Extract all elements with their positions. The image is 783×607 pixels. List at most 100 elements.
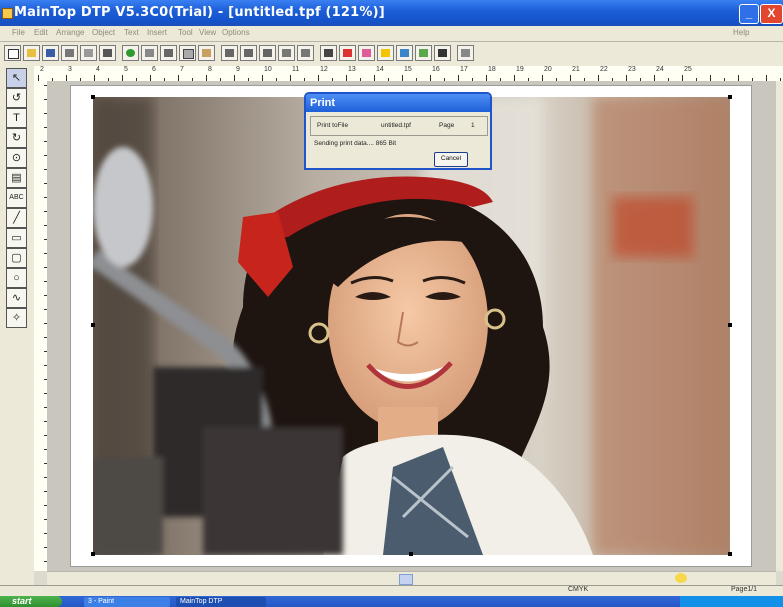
open-icon[interactable] [23,45,40,61]
ruler-label: 3 [68,66,72,73]
ungroup-icon[interactable] [297,45,314,61]
text-tool-icon[interactable]: T [6,108,27,128]
color-mode: CMYK [568,586,589,593]
chart-icon[interactable] [415,45,432,61]
options-icon[interactable] [457,45,474,61]
redo-icon[interactable] [141,45,158,61]
scan-icon[interactable] [99,45,116,61]
menu-bar: File Edit Arrange Object Text Insert Too… [0,26,783,42]
picture-icon[interactable] [396,45,413,61]
ruler-label: 19 [516,66,524,73]
selection-handle[interactable] [728,323,732,327]
menu-object[interactable]: Object [92,28,115,37]
ruler-label: 8 [208,66,212,73]
close-button[interactable]: X [760,4,783,24]
new-icon[interactable] [4,45,21,61]
ruler-label: 25 [684,66,692,73]
group-icon[interactable] [278,45,295,61]
ruler-label: 6 [152,66,156,73]
align-center-icon[interactable] [240,45,257,61]
print-status: Sending print data.... 865 Bit [314,140,397,147]
barcode-icon[interactable] [434,45,451,61]
main-toolbar [0,42,783,66]
ruler-label: 18 [488,66,496,73]
copy-icon[interactable] [179,45,196,61]
dialog-title: Print [306,94,490,112]
line-tool-icon[interactable]: ╱ [6,208,27,228]
ruler-label: 23 [628,66,636,73]
rotate-tool-2-icon[interactable]: ↻ [6,128,27,148]
start-button[interactable]: start [0,596,62,607]
app-icon[interactable] [2,8,13,19]
ruler-label: 17 [460,66,468,73]
ruler-label: 24 [656,66,664,73]
color-icon[interactable] [339,45,356,61]
align-left-icon[interactable] [221,45,238,61]
system-tray[interactable] [680,596,783,607]
zoom-tool-icon[interactable]: ⊙ [6,148,27,168]
ruler-label: 12 [320,66,328,73]
move-icon[interactable] [320,45,337,61]
ruler-label: 5 [124,66,128,73]
scroll-thumb[interactable] [399,574,413,585]
ruler-label: 22 [600,66,608,73]
selection-handle[interactable] [728,552,732,556]
menu-options[interactable]: Options [222,28,250,37]
taskbar-item-maintop[interactable]: MainTop DTP [176,597,266,607]
ruler-label: 7 [180,66,184,73]
align-right-icon[interactable] [259,45,276,61]
ruler-label: 20 [544,66,552,73]
rotate-tool-icon[interactable]: ↺ [6,88,27,108]
print-dialog: Print Print toFile untitled.tpf Page 1 S… [304,92,492,170]
print-icon[interactable] [61,45,78,61]
horizontal-ruler[interactable]: 2 3 4 5 6 7 8 9 10 11 12 13 14 15 16 17 18 19 20 21 22 23 24 25 [34,66,783,82]
window-title: MainTop DTP V5.3C0(Trial) - [untitled.tp… [14,5,385,20]
rectangle-tool-icon[interactable]: ▭ [6,228,27,248]
star-icon[interactable] [377,45,394,61]
cancel-button[interactable]: Cancel [434,152,468,167]
print-preview-icon[interactable] [80,45,97,61]
minimize-button[interactable]: _ [739,4,759,24]
menu-tool[interactable]: Tool [178,28,193,37]
selection-handle[interactable] [91,95,95,99]
taskbar-item-paint[interactable]: 3 - Paint [84,597,170,607]
frame-tool-icon[interactable]: ▤ [6,168,27,188]
pointer-tool-icon[interactable]: ↖ [6,68,27,88]
menu-insert[interactable]: Insert [147,28,167,37]
ruler-label: 10 [264,66,272,73]
menu-edit[interactable]: Edit [34,28,48,37]
paste-icon[interactable] [198,45,215,61]
selection-handle[interactable] [409,552,413,556]
abc-text-tool-icon[interactable]: ABC [6,188,27,208]
page-label: Page [439,122,455,129]
menu-arrange[interactable]: Arrange [56,28,84,37]
ruler-label: 16 [432,66,440,73]
ruler-label: 13 [348,66,356,73]
undo-icon[interactable] [122,45,139,61]
title-bar[interactable]: MainTop DTP V5.3C0(Trial) - [untitled.tp… [0,0,783,26]
rounded-rect-tool-icon[interactable]: ▢ [6,248,27,268]
file-label: Print toFile [317,122,349,129]
ruler-label: 15 [404,66,412,73]
ellipse-tool-icon[interactable]: ○ [6,268,27,288]
fill-icon[interactable] [358,45,375,61]
menu-text[interactable]: Text [124,28,139,37]
save-icon[interactable] [42,45,59,61]
menu-view[interactable]: View [199,28,216,37]
ruler-label: 14 [376,66,384,73]
zoom-icon[interactable] [675,573,687,583]
selection-handle[interactable] [91,552,95,556]
page-value: 1 [471,122,475,129]
selection-handle[interactable] [728,95,732,99]
selection-handle[interactable] [91,323,95,327]
cut-icon[interactable] [160,45,177,61]
ruler-label: 9 [236,66,240,73]
star-tool-icon[interactable]: ✧ [6,308,27,328]
vertical-scrollbar[interactable] [776,81,783,571]
freehand-tool-icon[interactable]: ∿ [6,288,27,308]
menu-file[interactable]: File [12,28,25,37]
menu-help[interactable]: Help [733,28,749,37]
horizontal-scrollbar[interactable] [47,571,776,586]
ruler-label: 21 [572,66,580,73]
vertical-ruler[interactable] [34,81,48,571]
